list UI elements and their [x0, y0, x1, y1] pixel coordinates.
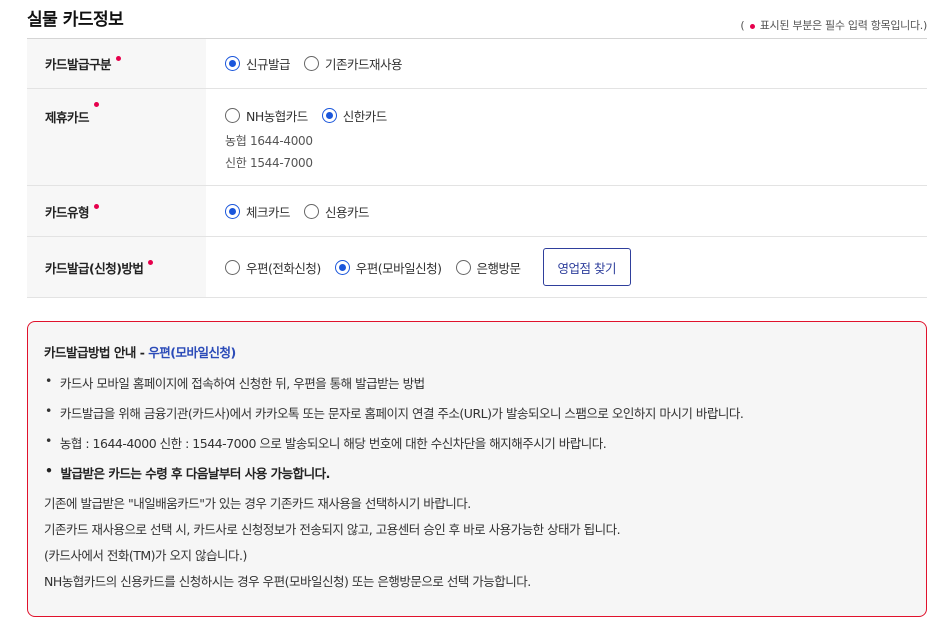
radio-selected-icon[interactable]	[321, 108, 337, 123]
row-body: 신규발급 기존카드재사용	[206, 39, 927, 88]
required-dot-icon	[94, 203, 100, 209]
guide-note: 기존에 발급받은 "내일배움카드"가 있는 경우 기존카드 재사용을 선택하시기…	[44, 496, 471, 511]
required-dot-icon	[116, 56, 122, 61]
row-issue-type: 카드발급구분 신규발급 기존카드재사용	[27, 39, 927, 89]
required-field-note: ( 표시된 부분은 필수 입력 항목입니다.)	[740, 17, 927, 33]
card-info-form: 카드발급구분 신규발급 기존카드재사용 제휴카드 NH농협카드 신한카드 농협 …	[27, 38, 927, 298]
guide-bullet-emphasis: 발급받은 카드는 수령 후 다음날부터 사용 가능합니다.	[44, 463, 908, 493]
issue-method-guide: 카드발급방법 안내 - 우편(모바일신청) 카드사 모바일 홈페이지에 접속하여…	[27, 321, 927, 617]
radio-label: NH농협카드	[246, 109, 308, 124]
radio-unselected-icon[interactable]	[304, 203, 320, 219]
guide-note: 기존카드 재사용으로 선택 시, 카드사로 신청정보가 전송되지 않고, 고용센…	[44, 522, 621, 537]
radio-label: 우편(모바일신청)	[355, 260, 442, 276]
guide-title-method: 우편(모바일신청)	[148, 345, 236, 360]
radio-mail-phone[interactable]: 우편(전화신청)	[225, 258, 321, 277]
guide-note: (카드사에서 전화(TM)가 오지 않습니다.)	[44, 548, 247, 563]
radio-label: 신한카드	[342, 109, 388, 124]
required-dot-icon	[749, 23, 755, 29]
radio-nh-card[interactable]: NH농협카드	[225, 106, 308, 125]
required-note-text: 표시된 부분은 필수 입력 항목입니다.)	[759, 19, 928, 32]
radio-unselected-icon[interactable]	[225, 259, 240, 275]
radio-label: 은행방문	[476, 260, 522, 276]
find-branch-button[interactable]: 영업점 찾기	[542, 248, 632, 286]
radio-reuse-card[interactable]: 기존카드재사용	[304, 54, 403, 73]
radio-bank-visit[interactable]: 은행방문	[455, 258, 522, 277]
radio-label: 신규발급	[246, 57, 291, 72]
row-label: 카드발급(신청)방법	[27, 237, 206, 297]
guide-title-prefix: 카드발급방법 안내 -	[44, 345, 149, 360]
row-partner-card: 제휴카드 NH농협카드 신한카드 농협 1644-4000 신한 1544-70…	[27, 89, 927, 186]
radio-label: 기존카드재사용	[325, 57, 403, 72]
radio-selected-icon[interactable]	[334, 259, 350, 275]
issue-method-label: 카드발급(신청)방법	[45, 260, 144, 276]
row-label: 카드발급구분	[27, 39, 206, 88]
guide-title: 카드발급방법 안내 - 우편(모바일신청)	[44, 342, 908, 361]
guide-bullet: 농협 : 1644-4000 신한 : 1544-7000 으로 발송되오니 해…	[44, 433, 908, 463]
radio-unselected-icon[interactable]	[225, 108, 240, 123]
radio-check-card[interactable]: 체크카드	[225, 202, 291, 221]
guide-bullet: 카드사 모바일 홈페이지에 접속하여 신청한 뒤, 우편을 통해 발급받는 방법	[44, 373, 908, 403]
radio-label: 우편(전화신청)	[246, 260, 321, 276]
shinhan-phone-number: 신한 1544-7000	[225, 156, 313, 170]
required-dot-icon	[94, 102, 100, 107]
row-label: 제휴카드	[27, 89, 206, 185]
row-card-type: 카드유형 체크카드 신용카드	[27, 186, 927, 237]
partner-card-options: NH농협카드 신한카드	[225, 106, 927, 125]
guide-note: NH농협카드의 신용카드를 신청하시는 경우 우편(모바일신청) 또는 은행방문…	[44, 574, 531, 589]
guide-bullet: 카드발급을 위해 금융기관(카드사)에서 카카오톡 또는 문자로 홈페이지 연결…	[44, 403, 908, 433]
radio-label: 체크카드	[246, 204, 291, 220]
radio-shinhan-card[interactable]: 신한카드	[321, 106, 388, 125]
issue-type-options: 신규발급 기존카드재사용	[225, 54, 927, 73]
card-type-options: 체크카드 신용카드	[225, 202, 927, 221]
required-note-open: (	[740, 19, 745, 32]
row-body: 우편(전화신청) 우편(모바일신청) 은행방문 영업점 찾기	[206, 237, 927, 297]
guide-notes: 기존에 발급받은 "내일배움카드"가 있는 경우 기존카드 재사용을 선택하시기…	[44, 495, 908, 599]
issue-method-options: 우편(전화신청) 우편(모바일신청) 은행방문 영업점 찾기	[225, 248, 927, 286]
row-body: 체크카드 신용카드	[206, 186, 927, 236]
radio-unselected-icon[interactable]	[304, 56, 320, 71]
radio-mail-mobile[interactable]: 우편(모바일신청)	[334, 258, 442, 277]
radio-label: 신용카드	[325, 204, 370, 220]
card-type-label: 카드유형	[45, 204, 90, 220]
row-issue-method: 카드발급(신청)방법 우편(전화신청) 우편(모바일신청) 은행방문 영업점 찾…	[27, 237, 927, 298]
radio-credit-card[interactable]: 신용카드	[304, 202, 370, 221]
row-label: 카드유형	[27, 186, 206, 236]
row-body: NH농협카드 신한카드 농협 1644-4000 신한 1544-7000	[206, 89, 927, 185]
radio-new-issue[interactable]: 신규발급	[225, 54, 291, 73]
issue-type-label: 카드발급구분	[45, 57, 112, 72]
page-title: 실물 카드정보	[27, 10, 124, 30]
radio-unselected-icon[interactable]	[455, 259, 471, 275]
partner-card-label: 제휴카드	[45, 110, 90, 125]
radio-selected-icon[interactable]	[225, 203, 240, 219]
radio-selected-icon[interactable]	[225, 56, 240, 71]
required-dot-icon	[148, 259, 154, 265]
nh-phone-number: 농협 1644-4000	[225, 134, 313, 148]
